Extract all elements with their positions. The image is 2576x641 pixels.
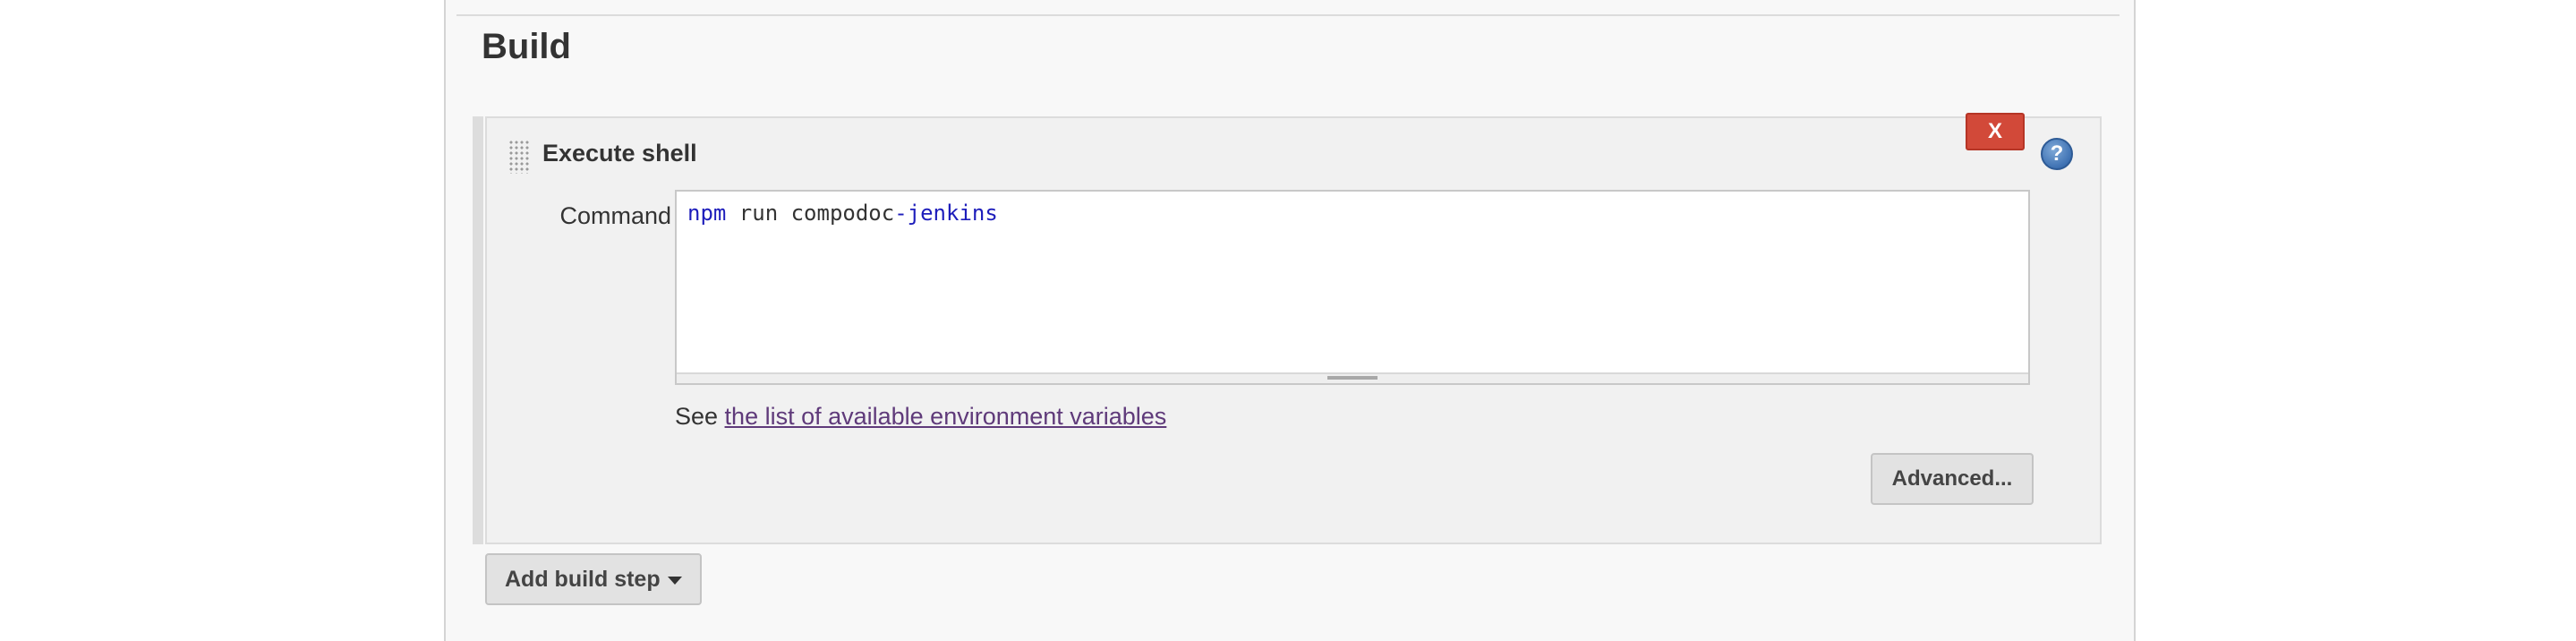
command-textarea[interactable]: npm run compodoc-jenkins	[675, 190, 2030, 385]
help-icon[interactable]: ?	[2041, 138, 2073, 170]
command-token: npm	[687, 201, 727, 226]
advanced-button[interactable]: Advanced...	[1871, 453, 2034, 505]
build-step-execute-shell: Execute shell X ? Command npm run compod…	[485, 113, 2102, 544]
command-text: npm run compodoc-jenkins	[687, 201, 998, 226]
section-divider	[456, 14, 2120, 16]
env-variables-link[interactable]: the list of available environment variab…	[725, 403, 1167, 430]
add-build-step-button[interactable]: Add build step	[485, 553, 702, 605]
delete-step-button[interactable]: X	[1966, 113, 2025, 150]
add-build-step-label: Add build step	[505, 567, 661, 592]
build-step-title: Execute shell	[542, 140, 697, 167]
command-label: Command	[559, 202, 671, 229]
env-variables-hint: See the list of available environment va…	[675, 403, 1166, 431]
env-hint-prefix: See	[675, 403, 725, 430]
step-accent-bar	[473, 116, 483, 544]
drag-handle-icon[interactable]	[508, 140, 530, 174]
resize-grip-icon	[1327, 376, 1378, 380]
section-title: Build	[482, 27, 571, 66]
caret-down-icon	[668, 577, 682, 585]
main-content: Build Execute shell X ? Command npm run …	[444, 0, 2136, 641]
command-token: -jenkins	[894, 201, 998, 226]
textarea-resize-handle[interactable]	[677, 372, 2028, 383]
command-token: run compodoc	[726, 201, 895, 226]
